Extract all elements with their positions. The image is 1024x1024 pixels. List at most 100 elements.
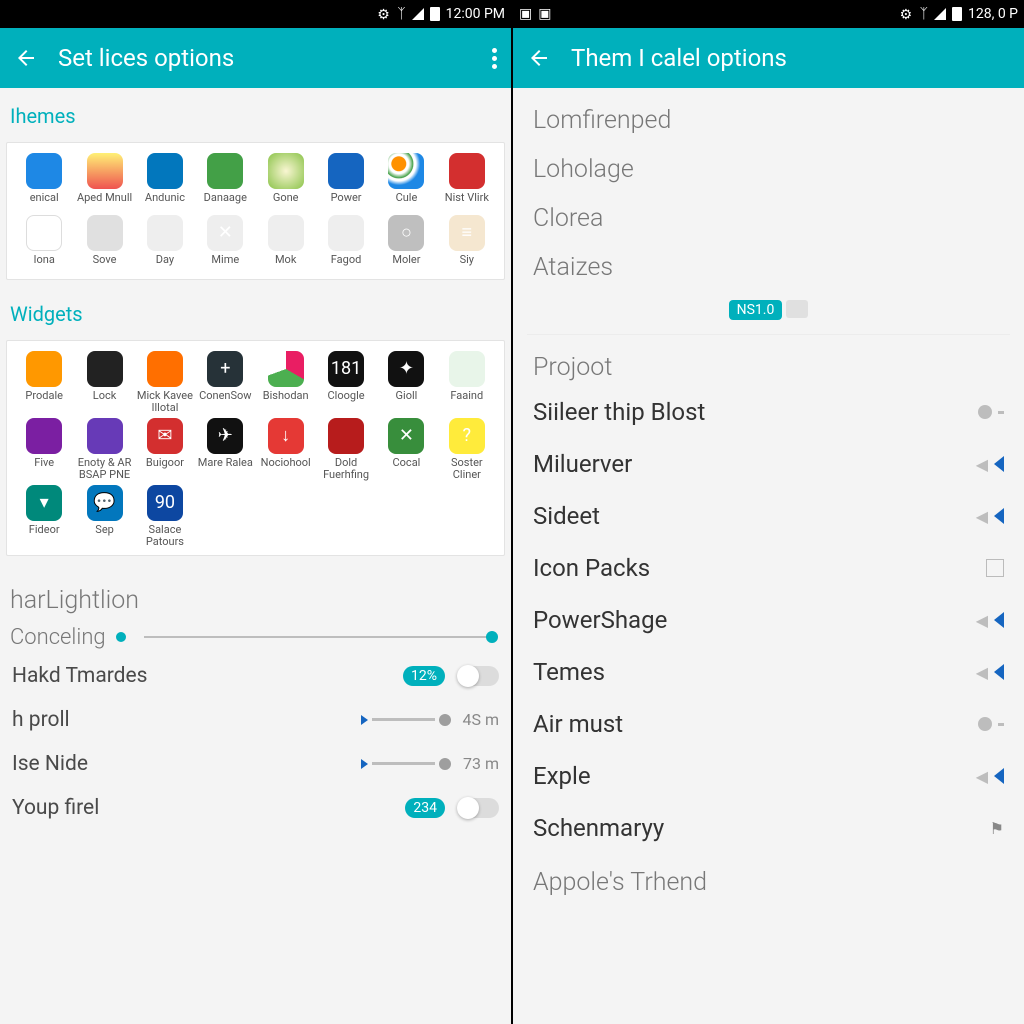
top-options-list: LomfirenpedLoholageCloreaAtaizes bbox=[513, 96, 1024, 292]
setting-row[interactable]: Icon Packs bbox=[513, 542, 1024, 594]
app-icon bbox=[449, 351, 485, 387]
app-icon-item[interactable]: 1·8Iona bbox=[15, 215, 73, 273]
conceling-label: Conceling bbox=[10, 625, 106, 650]
app-icon-item[interactable]: Bishodan bbox=[257, 351, 315, 414]
setting-control[interactable]: ◀ bbox=[976, 455, 1004, 474]
setting-row[interactable]: PowerShage◀ bbox=[513, 594, 1024, 646]
setting-control[interactable] bbox=[986, 559, 1004, 577]
back-button[interactable] bbox=[14, 46, 38, 70]
light-section-title: harLightlion bbox=[0, 570, 511, 619]
app-icon-item[interactable]: +ConenSow bbox=[196, 351, 254, 414]
app-icon-label: Nociohool bbox=[261, 457, 311, 469]
setting-control[interactable] bbox=[978, 717, 1004, 731]
chip-handle[interactable] bbox=[786, 300, 808, 318]
isenide-row[interactable]: Ise Nide 73 m bbox=[0, 742, 511, 786]
app-icon-item[interactable]: ✉Buigoor bbox=[136, 418, 194, 481]
hproll-row[interactable]: h proll 4S m bbox=[0, 698, 511, 742]
app-icon-item[interactable]: enical bbox=[15, 153, 73, 211]
setting-control[interactable]: ◀ bbox=[976, 611, 1004, 630]
app-icon-item[interactable]: Sove bbox=[75, 215, 133, 273]
app-icon-item[interactable]: ○Moler bbox=[377, 215, 435, 273]
app-icon bbox=[87, 153, 123, 189]
app-icon-item[interactable]: ↓ Nociohool bbox=[257, 418, 315, 481]
setting-row[interactable]: Schenmaryy⚑ bbox=[513, 802, 1024, 854]
app-icon-item[interactable]: Aped Mnull bbox=[75, 153, 133, 211]
app-icon-item[interactable]: Prodale bbox=[15, 351, 73, 414]
setting-row[interactable]: Air must bbox=[513, 698, 1024, 750]
app-icon-item[interactable]: 90Salace Patours bbox=[136, 485, 194, 548]
app-icon-item[interactable]: ✕Mime bbox=[196, 215, 254, 273]
setting-control[interactable] bbox=[978, 405, 1004, 419]
back-button[interactable] bbox=[527, 46, 551, 70]
app-icon bbox=[388, 153, 424, 189]
isenide-value: 73 m bbox=[463, 754, 499, 773]
app-icon-item[interactable]: Dold Fuerhfing bbox=[317, 418, 375, 481]
app-icon-item[interactable]: Fagod bbox=[317, 215, 375, 273]
top-option[interactable]: Lomfirenped bbox=[513, 96, 1024, 145]
setting-row[interactable]: Miluerver◀ bbox=[513, 438, 1024, 490]
app-icon bbox=[26, 418, 62, 454]
app-icon-item[interactable]: Enoty & AR BSAP PNE bbox=[75, 418, 133, 481]
signal-icon bbox=[412, 8, 424, 20]
setting-row[interactable]: Siileer thip Blost bbox=[513, 386, 1024, 438]
app-icon bbox=[328, 153, 364, 189]
app-icon: 1·8 bbox=[26, 215, 62, 251]
conceling-row[interactable]: Conceling bbox=[0, 619, 511, 654]
app-icon-label: Faaind bbox=[450, 390, 483, 402]
app-icon: ✉ bbox=[147, 418, 183, 454]
top-option[interactable]: Clorea bbox=[513, 194, 1024, 243]
app-icon-label: Andunic bbox=[145, 192, 185, 204]
top-option[interactable]: Loholage bbox=[513, 145, 1024, 194]
app-icon-item[interactable]: Faaind bbox=[438, 351, 496, 414]
setting-row[interactable]: Sideet◀ bbox=[513, 490, 1024, 542]
app-icon bbox=[87, 351, 123, 387]
setting-control[interactable]: ◀ bbox=[976, 767, 1004, 786]
app-icon-item[interactable]: ▾Fideor bbox=[15, 485, 73, 548]
app-icon-item[interactable]: ✈Mare Ralea bbox=[196, 418, 254, 481]
setting-control[interactable]: ◀ bbox=[976, 507, 1004, 526]
overflow-menu-button[interactable] bbox=[492, 48, 497, 69]
setting-label: Siileer thip Blost bbox=[533, 398, 964, 426]
app-icon-label: Nist Vlirk bbox=[445, 192, 489, 204]
setting-control[interactable]: ◀ bbox=[976, 663, 1004, 682]
app-icon-item[interactable]: Lock bbox=[75, 351, 133, 414]
app-icon-item[interactable]: ≡Siy bbox=[438, 215, 496, 273]
app-icon-item[interactable]: Mick Kavee Illotal bbox=[136, 351, 194, 414]
hproll-control[interactable] bbox=[361, 717, 451, 723]
app-icon: ≡ bbox=[449, 215, 485, 251]
hakd-row[interactable]: Hakd Tmardes 12% bbox=[0, 654, 511, 698]
app-icon-item[interactable]: ✦Gioll bbox=[377, 351, 435, 414]
app-icon: ✕ bbox=[207, 215, 243, 251]
conceling-slider[interactable] bbox=[144, 636, 493, 638]
app-icon-item[interactable]: Day bbox=[136, 215, 194, 273]
app-icon-item[interactable]: Andunic bbox=[136, 153, 194, 211]
app-icon-item[interactable]: Mok bbox=[257, 215, 315, 273]
youpfirel-row[interactable]: Youp firel 234 bbox=[0, 786, 511, 830]
app-icon-label: Mare Ralea bbox=[198, 457, 253, 469]
appbar-right: Them I calel options bbox=[513, 28, 1024, 88]
status-bar-right: ▣ ▣ ⚙ ᛉ 128, 0 P bbox=[513, 0, 1024, 28]
app-icon: ? bbox=[449, 418, 485, 454]
setting-control[interactable]: ⚑ bbox=[990, 819, 1004, 838]
app-icon-item[interactable]: ?Soster Cliner bbox=[438, 418, 496, 481]
isenide-control[interactable] bbox=[361, 761, 451, 767]
app-icon-item[interactable]: Danaage bbox=[196, 153, 254, 211]
setting-label: Icon Packs bbox=[533, 554, 972, 582]
app-icon-item[interactable]: Cule bbox=[377, 153, 435, 211]
youpfirel-switch[interactable] bbox=[457, 798, 499, 818]
app-icon: ↓ bbox=[268, 418, 304, 454]
app-icon-item[interactable]: 💬Sep bbox=[75, 485, 133, 548]
app-icon-item[interactable]: 181Cloogle bbox=[317, 351, 375, 414]
ns-chip[interactable]: NS1.0 bbox=[729, 300, 783, 320]
app-icon-label: Dold Fuerhfing bbox=[317, 457, 375, 481]
app-icon-item[interactable]: Power bbox=[317, 153, 375, 211]
top-option[interactable]: Ataizes bbox=[513, 243, 1024, 292]
hakd-switch[interactable] bbox=[457, 666, 499, 686]
app-icon-item[interactable]: ✕Cocal bbox=[377, 418, 435, 481]
app-icon-label: Lock bbox=[93, 390, 117, 402]
app-icon-item[interactable]: Five bbox=[15, 418, 73, 481]
setting-row[interactable]: Exple◀ bbox=[513, 750, 1024, 802]
setting-row[interactable]: Temes◀ bbox=[513, 646, 1024, 698]
app-icon-item[interactable]: Gone bbox=[257, 153, 315, 211]
app-icon-item[interactable]: Nist Vlirk bbox=[438, 153, 496, 211]
